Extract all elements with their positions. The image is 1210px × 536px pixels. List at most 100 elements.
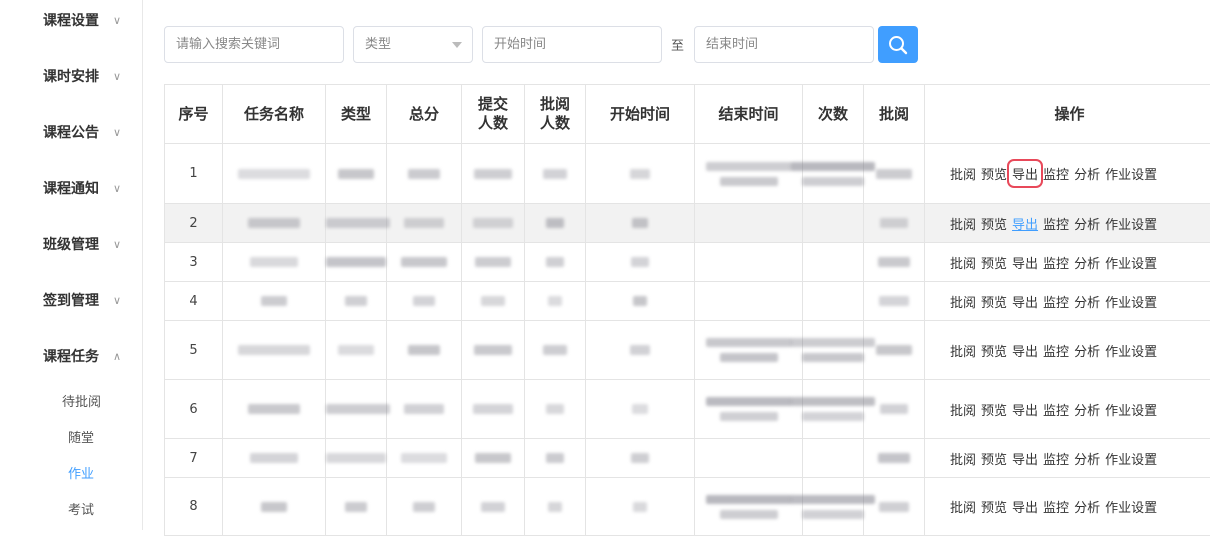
preview-action[interactable]: 预览 — [981, 214, 1007, 233]
review-action[interactable]: 批阅 — [950, 341, 976, 360]
sidebar-item-notifications[interactable]: 课程通知∨ — [43, 179, 99, 199]
homework-settings-action[interactable]: 作业设置 — [1105, 449, 1157, 468]
review-action[interactable]: 批阅 — [950, 292, 976, 311]
homework-settings-action[interactable]: 作业设置 — [1105, 164, 1157, 183]
sidebar-item-schedule[interactable]: 课时安排∨ — [43, 67, 99, 87]
export-action[interactable]: 导出 — [1012, 164, 1038, 183]
monitor-action[interactable]: 监控 — [1043, 214, 1069, 233]
sidebar-item-label: 班级管理 — [43, 237, 99, 253]
blurred-value — [706, 338, 792, 347]
homework-settings-action[interactable]: 作业设置 — [1105, 253, 1157, 272]
sidebar-subitem-pending-review[interactable]: 待批阅 — [62, 394, 101, 412]
analyze-action[interactable]: 分析 — [1074, 400, 1100, 419]
blurred-value — [408, 345, 440, 355]
homework-settings-action[interactable]: 作业设置 — [1105, 292, 1157, 311]
review-action[interactable]: 批阅 — [950, 400, 976, 419]
header-type: 类型 — [326, 85, 387, 144]
cell-submit-count — [462, 204, 525, 243]
preview-action[interactable]: 预览 — [981, 449, 1007, 468]
cell-times — [803, 204, 864, 243]
cell-review — [864, 478, 925, 536]
sidebar-item-announcements[interactable]: 课程公告∨ — [43, 123, 99, 143]
sidebar-item-class-management[interactable]: 班级管理∨ — [43, 235, 99, 255]
cell-times — [803, 478, 864, 536]
export-action[interactable]: 导出 — [1012, 497, 1038, 516]
sidebar-subitem-exam[interactable]: 考试 — [68, 502, 94, 520]
homework-settings-action[interactable]: 作业设置 — [1105, 341, 1157, 360]
sidebar-item-course-tasks[interactable]: 课程任务∧ — [43, 347, 99, 367]
export-action[interactable]: 导出 — [1012, 341, 1038, 360]
blurred-value — [248, 218, 300, 228]
cell-submit-count — [462, 478, 525, 536]
sidebar-subitem-in-class[interactable]: 随堂 — [68, 430, 94, 448]
preview-action[interactable]: 预览 — [981, 164, 1007, 183]
table-row: 3批阅预览导出监控分析作业设置 — [165, 243, 1210, 282]
search-icon — [887, 34, 909, 56]
blurred-value — [720, 412, 778, 421]
export-action[interactable]: 导出 — [1012, 214, 1038, 233]
cell-actions: 批阅预览导出监控分析作业设置 — [925, 243, 1210, 282]
preview-action[interactable]: 预览 — [981, 341, 1007, 360]
homework-settings-action[interactable]: 作业设置 — [1105, 400, 1157, 419]
blurred-value — [633, 296, 647, 306]
export-action[interactable]: 导出 — [1012, 253, 1038, 272]
export-action[interactable]: 导出 — [1012, 449, 1038, 468]
export-action[interactable]: 导出 — [1012, 400, 1038, 419]
caret-down-icon — [452, 42, 462, 48]
monitor-action[interactable]: 监控 — [1043, 449, 1069, 468]
cell-submit-count — [462, 144, 525, 204]
blurred-value — [404, 404, 444, 414]
preview-action[interactable]: 预览 — [981, 292, 1007, 311]
blurred-value — [238, 345, 310, 355]
review-action[interactable]: 批阅 — [950, 214, 976, 233]
blurred-value — [338, 345, 374, 355]
blurred-value — [802, 510, 864, 519]
end-time-input[interactable]: 结束时间 — [694, 26, 874, 63]
blurred-value — [706, 162, 792, 171]
cell-index: 4 — [165, 282, 223, 321]
cell-index: 6 — [165, 380, 223, 439]
review-action[interactable]: 批阅 — [950, 253, 976, 272]
cell-end-time — [695, 380, 803, 439]
analyze-action[interactable]: 分析 — [1074, 214, 1100, 233]
monitor-action[interactable]: 监控 — [1043, 292, 1069, 311]
cell-submit-count — [462, 380, 525, 439]
blurred-value — [706, 495, 792, 504]
start-time-input[interactable]: 开始时间 — [482, 26, 662, 63]
analyze-action[interactable]: 分析 — [1074, 497, 1100, 516]
sidebar-item-attendance[interactable]: 签到管理∨ — [43, 291, 99, 311]
type-select[interactable]: 类型 — [353, 26, 473, 63]
export-action[interactable]: 导出 — [1012, 292, 1038, 311]
cell-actions: 批阅预览导出监控分析作业设置 — [925, 380, 1210, 439]
analyze-action[interactable]: 分析 — [1074, 164, 1100, 183]
chevron-down-icon: ∨ — [113, 179, 121, 199]
homework-settings-action[interactable]: 作业设置 — [1105, 214, 1157, 233]
blurred-value — [876, 169, 912, 179]
header-review: 批阅 — [864, 85, 925, 144]
analyze-action[interactable]: 分析 — [1074, 449, 1100, 468]
search-input[interactable]: 请输入搜索关键词 — [164, 26, 344, 63]
monitor-action[interactable]: 监控 — [1043, 164, 1069, 183]
sidebar-item-course-settings[interactable]: 课程设置∨ — [43, 11, 99, 31]
cell-review-count — [525, 321, 586, 380]
blurred-value — [473, 218, 513, 228]
review-action[interactable]: 批阅 — [950, 449, 976, 468]
monitor-action[interactable]: 监控 — [1043, 253, 1069, 272]
analyze-action[interactable]: 分析 — [1074, 341, 1100, 360]
cell-type — [326, 282, 387, 321]
preview-action[interactable]: 预览 — [981, 253, 1007, 272]
preview-action[interactable]: 预览 — [981, 400, 1007, 419]
analyze-action[interactable]: 分析 — [1074, 253, 1100, 272]
preview-action[interactable]: 预览 — [981, 497, 1007, 516]
sidebar-subitem-homework[interactable]: 作业 — [68, 466, 94, 484]
analyze-action[interactable]: 分析 — [1074, 292, 1100, 311]
review-action[interactable]: 批阅 — [950, 497, 976, 516]
review-action[interactable]: 批阅 — [950, 164, 976, 183]
monitor-action[interactable]: 监控 — [1043, 341, 1069, 360]
homework-settings-action[interactable]: 作业设置 — [1105, 497, 1157, 516]
monitor-action[interactable]: 监控 — [1043, 497, 1069, 516]
search-button[interactable] — [878, 26, 918, 63]
monitor-action[interactable]: 监控 — [1043, 400, 1069, 419]
chevron-down-icon: ∨ — [113, 123, 121, 143]
sidebar-item-label: 课程设置 — [43, 13, 99, 29]
